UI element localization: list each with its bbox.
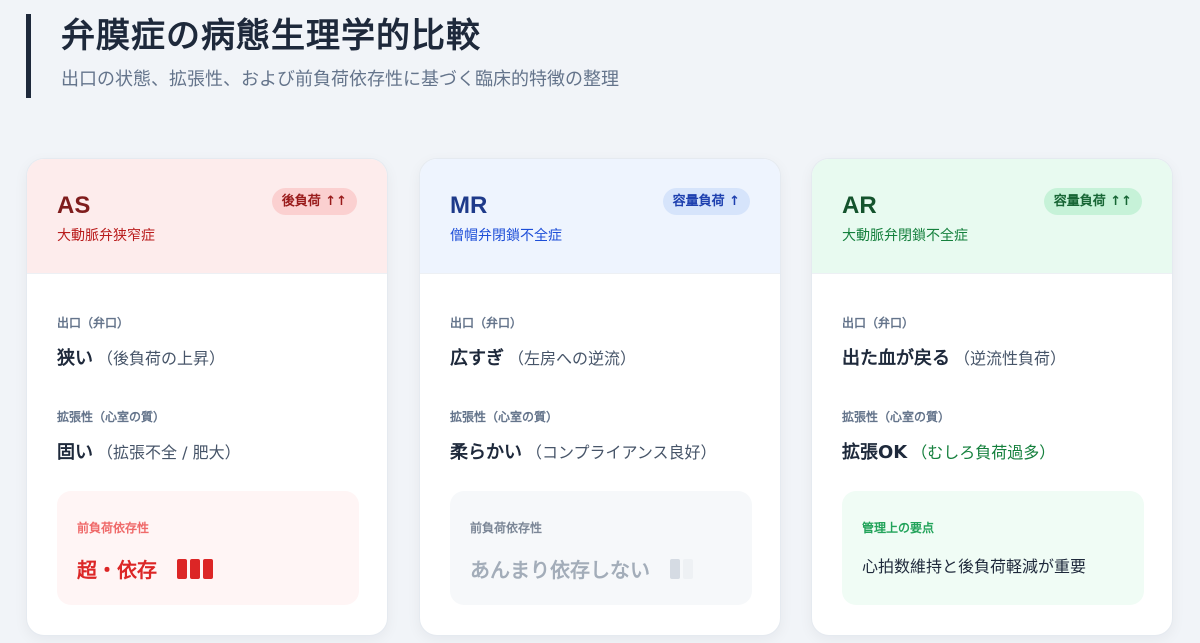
compliance-value-row: 固い （拡張不全 / 肥大） (57, 438, 241, 464)
load-badge: 容量負荷 ↑↑ (1043, 188, 1142, 215)
compliance-note: （拡張不全 / 肥大） (97, 443, 241, 462)
outlet-value-row: 出た血が戻る （逆流性負荷） (842, 344, 1066, 370)
card-ar: AR 大動脈弁閉鎖不全症 容量負荷 ↑↑ 出口（弁口） 出た血が戻る （逆流性負荷… (811, 158, 1173, 636)
management-value: 心拍数維持と後負荷軽減が重要 (862, 557, 1087, 576)
dependency-value-row: 超・依存 (77, 554, 339, 583)
compliance-value: 拡張OK (842, 442, 908, 463)
card-mr: MR 僧帽弁閉鎖不全症 容量負荷 ↑ 出口（弁口） 広すぎ （左房への逆流） 拡張… (419, 158, 781, 636)
outlet-value-row: 狭い （後負荷の上昇） (57, 344, 225, 370)
compliance-value-row: 柔らかい （コンプライアンス良好） (450, 438, 717, 464)
dependency-value: 超・依存 (77, 558, 157, 582)
outlet-section: 出口（弁口） 狭い （後負荷の上昇） (57, 314, 225, 370)
compliance-label: 拡張性（心室の質） (842, 410, 951, 424)
outlet-value-row: 広すぎ （左房への逆流） (450, 344, 636, 370)
card-fullname: 僧帽弁閉鎖不全症 (450, 228, 562, 244)
card-abbr: AR (842, 192, 877, 219)
compliance-note: （コンプライアンス良好） (526, 443, 717, 462)
management-label: 管理上の要点 (862, 521, 935, 535)
card-abbr: MR (450, 192, 488, 219)
outlet-label: 出口（弁口） (57, 316, 130, 330)
outlet-section: 出口（弁口） 広すぎ （左房への逆流） (450, 314, 636, 370)
page-header: 弁膜症の病態生理学的比較 出口の状態、拡張性、および前負荷依存性に基づく臨床的特… (26, 14, 619, 98)
meter-segment (190, 558, 200, 579)
card-header: AR 大動脈弁閉鎖不全症 容量負荷 ↑↑ (812, 159, 1172, 274)
compliance-note: （むしろ負荷過多） (911, 443, 1056, 462)
dependency-value: あんまり依存しない (470, 558, 650, 582)
card-header: AS 大動脈弁狭窄症 後負荷 ↑↑ (27, 159, 387, 274)
card-as: AS 大動脈弁狭窄症 後負荷 ↑↑ 出口（弁口） 狭い （後負荷の上昇） 拡張性（… (26, 158, 388, 636)
outlet-note: （後負荷の上昇） (97, 349, 226, 368)
card-abbr: AS (57, 192, 91, 219)
outlet-note: （左房への逆流） (508, 349, 637, 368)
meter-segment (683, 558, 693, 579)
dependency-box: 前負荷依存性 超・依存 (57, 491, 359, 605)
outlet-value: 狭い (57, 348, 93, 369)
dependency-meter (670, 558, 693, 579)
outlet-label: 出口（弁口） (450, 316, 523, 330)
page-title: 弁膜症の病態生理学的比較 (61, 16, 481, 56)
card-fullname: 大動脈弁閉鎖不全症 (842, 228, 968, 244)
load-badge: 後負荷 ↑↑ (271, 188, 357, 215)
dependency-label: 前負荷依存性 (470, 521, 543, 535)
dependency-value-row: あんまり依存しない (470, 554, 732, 583)
outlet-value: 広すぎ (450, 348, 504, 369)
page-subtitle: 出口の状態、拡張性、および前負荷依存性に基づく臨床的特徴の整理 (61, 69, 619, 90)
dependency-label: 前負荷依存性 (77, 521, 150, 535)
outlet-value: 出た血が戻る (842, 348, 950, 369)
load-badge: 容量負荷 ↑ (662, 188, 750, 215)
compliance-value: 固い (57, 442, 93, 463)
compliance-section: 拡張性（心室の質） 柔らかい （コンプライアンス良好） (450, 408, 717, 464)
outlet-label: 出口（弁口） (842, 316, 915, 330)
dependency-meter (177, 558, 213, 579)
card-header: MR 僧帽弁閉鎖不全症 容量負荷 ↑ (420, 159, 780, 274)
card-fullname: 大動脈弁狭窄症 (57, 228, 155, 244)
meter-segment (203, 558, 213, 579)
outlet-section: 出口（弁口） 出た血が戻る （逆流性負荷） (842, 314, 1066, 370)
compliance-section: 拡張性（心室の質） 固い （拡張不全 / 肥大） (57, 408, 241, 464)
compliance-label: 拡張性（心室の質） (450, 410, 559, 424)
dependency-box: 前負荷依存性 あんまり依存しない (450, 491, 752, 605)
meter-segment (177, 558, 187, 579)
management-box: 管理上の要点 心拍数維持と後負荷軽減が重要 (842, 491, 1144, 605)
meter-segment (670, 558, 680, 579)
compliance-value-row: 拡張OK （むしろ負荷過多） (842, 438, 1055, 464)
compliance-section: 拡張性（心室の質） 拡張OK （むしろ負荷過多） (842, 408, 1055, 464)
outlet-note: （逆流性負荷） (954, 349, 1067, 368)
compliance-label: 拡張性（心室の質） (57, 410, 166, 424)
compliance-value: 柔らかい (450, 442, 522, 463)
